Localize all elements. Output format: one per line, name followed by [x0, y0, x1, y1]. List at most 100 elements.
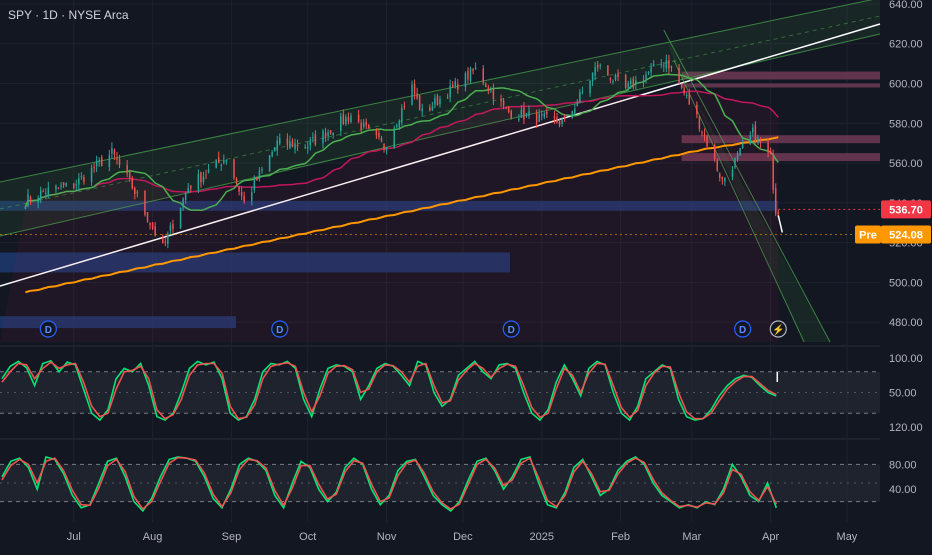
candle-body [312, 137, 314, 139]
candle [739, 147, 741, 156]
candle-body [90, 167, 93, 182]
candle-body [683, 88, 685, 94]
dividend-marker: D [271, 320, 289, 338]
candle-body [446, 97, 449, 99]
candle-body [500, 99, 502, 102]
candle-body [719, 173, 721, 178]
candle-body [314, 134, 317, 145]
candle-body [591, 73, 594, 82]
x-tick-label: Dec [453, 531, 473, 543]
candle-body [118, 159, 121, 165]
candle-body [607, 65, 609, 76]
candle-body [469, 68, 472, 82]
candle-body [149, 222, 151, 226]
candle-body [736, 153, 739, 160]
candle-body [518, 118, 520, 121]
candle-body [436, 95, 439, 106]
candle-body [525, 113, 528, 117]
candle-body [431, 106, 434, 111]
candle [734, 157, 736, 169]
stoch-rsi-pane-y-tick-label: 120.00 [889, 422, 923, 434]
candle-body [487, 87, 490, 91]
candle-body [685, 95, 688, 97]
candle-body [268, 155, 271, 172]
candle-body [553, 116, 556, 119]
candle-body [576, 102, 579, 106]
candle-body [574, 108, 576, 114]
candle-body [680, 83, 683, 88]
candle-body [505, 108, 507, 110]
candle-body [703, 134, 706, 136]
candle-body [289, 141, 291, 148]
candle-body [47, 187, 50, 195]
candle-body [563, 117, 566, 119]
candle-body [39, 190, 42, 199]
candle-body [401, 107, 403, 123]
candle-body [665, 60, 668, 69]
stoch-pane-y-tick-label: 80.00 [889, 459, 917, 471]
candle-body [642, 80, 645, 82]
candle [474, 62, 477, 70]
candle-body [757, 137, 759, 144]
candle-body [179, 208, 182, 229]
candle-body [256, 177, 258, 181]
candle-body [309, 139, 312, 146]
candle-body [396, 125, 398, 127]
candle-body [490, 89, 492, 91]
candle-body [647, 72, 650, 74]
candle-body [596, 64, 599, 68]
candle-body [380, 138, 383, 142]
candle-body [418, 95, 421, 111]
chart-svg[interactable]: D D D D ⚡ Jul Aug Sep Oct Nov Dec 2025 Feb Mar Apr May… [0, 0, 932, 550]
candle-body [767, 142, 769, 153]
candle-body [403, 106, 406, 108]
candle-body [378, 132, 380, 138]
candle-body [98, 160, 100, 162]
candle-body [774, 188, 777, 214]
candle [65, 182, 67, 187]
candle [268, 154, 271, 172]
chart-stage[interactable]: D D D D ⚡ Jul Aug Sep Oct Nov Dec 2025 Feb Mar Apr May… [0, 0, 932, 550]
candle-body [276, 140, 278, 151]
candle-body [594, 67, 596, 76]
candle [111, 142, 113, 159]
candle-body [769, 150, 772, 155]
candle-body [172, 223, 174, 230]
candle-body [581, 91, 584, 93]
candle-body [220, 165, 223, 167]
candle-body [238, 186, 240, 192]
candle-body [635, 80, 637, 85]
candle-body [37, 198, 39, 203]
candle-body [416, 93, 418, 99]
stoch-rsi-pane [0, 359, 880, 422]
candle-body [617, 73, 619, 78]
candle-body [558, 120, 561, 126]
candle-body [734, 157, 736, 168]
candle-body [698, 116, 701, 130]
candle-body [233, 159, 235, 179]
dividend-marker: D [39, 320, 57, 338]
candle-body [243, 195, 245, 202]
candle-body [182, 198, 184, 208]
candle-body [223, 160, 225, 163]
candle-body [652, 63, 655, 67]
candle-body [291, 140, 294, 148]
candle-body [29, 196, 32, 201]
candle-body [294, 143, 296, 150]
y-tick-label: 600.00 [889, 79, 923, 91]
candle-body [510, 110, 512, 118]
candle-body [286, 138, 289, 146]
candle-body [502, 100, 505, 106]
dividend-marker-label: D [739, 325, 746, 336]
candle-body [668, 60, 670, 69]
candle-body [271, 152, 273, 157]
candle [467, 67, 469, 84]
candle-body [207, 169, 210, 173]
candle-body [357, 114, 360, 122]
last-price-label: 536.70 [889, 204, 923, 216]
candle [482, 64, 484, 86]
candle-body [457, 84, 459, 90]
candle [472, 68, 474, 75]
candle [233, 158, 235, 181]
pre-label: Pre [859, 229, 877, 241]
